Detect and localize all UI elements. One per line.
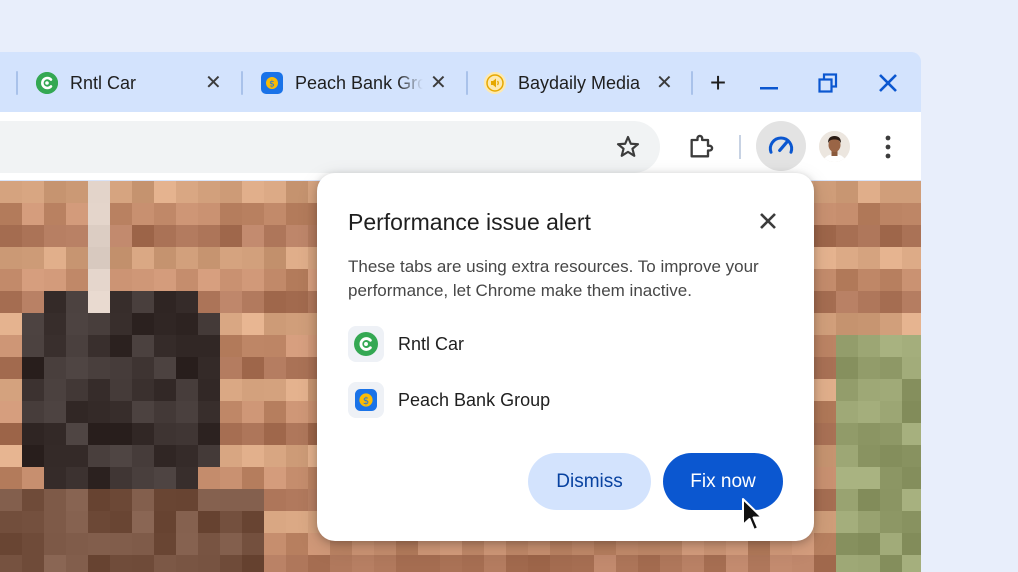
restore-icon[interactable] [811,66,845,100]
star-icon[interactable] [612,131,644,163]
tab-peach-bank-group[interactable]: $ Peach Bank Group ✕ [261,67,451,99]
address-bar[interactable] [0,121,660,173]
list-item: Rntl Car [348,326,464,362]
close-icon[interactable] [753,206,783,236]
tab-title: Baydaily Media [518,72,641,93]
new-tab-button[interactable]: + [701,66,735,100]
tab-separator [466,71,468,95]
baydaily-audio-icon [484,72,506,94]
tab-separator [16,71,18,95]
puzzle-icon[interactable] [684,131,718,163]
rntl-car-icon [348,326,384,362]
dialog-description: These tabs are using extra resources. To… [348,257,759,300]
fix-now-button[interactable]: Fix now [663,453,783,510]
performance-alert-dialog: Performance issue alert These tabs are u… [317,173,814,541]
peach-bank-icon: $ [261,72,283,94]
tab-separator [691,71,693,95]
tab-close-icon[interactable]: ✕ [656,70,673,95]
minimize-icon[interactable] [752,66,786,100]
tab-separator [241,71,243,95]
tab-close-icon[interactable]: ✕ [430,70,447,95]
tab-baydaily-media[interactable]: Baydaily Media ✕ [484,67,674,99]
speedometer-icon[interactable] [756,121,806,171]
list-item-label: Peach Bank Group [398,389,551,410]
list-item-label: Rntl Car [398,333,465,354]
toolbar-separator [739,135,741,159]
dismiss-button[interactable]: Dismiss [528,453,651,510]
mouse-cursor-icon [741,497,765,538]
list-item: $ Peach Bank Group [348,382,550,418]
rntl-car-icon [36,72,58,94]
tab-close-icon[interactable]: ✕ [205,70,222,95]
tab-title: Peach Bank Group [295,72,423,93]
tab-rntl-car[interactable]: Rntl Car ✕ [36,67,226,99]
peach-bank-icon: $ [348,382,384,418]
toolbar [0,112,921,180]
avatar[interactable] [819,131,850,162]
dialog-title: Performance issue alert [348,209,591,235]
tab-strip: Rntl Car ✕ $ Peach Bank Group ✕ Baydaily… [0,52,921,112]
svg-text:$: $ [363,396,369,407]
more-vert-icon[interactable] [876,131,900,163]
tab-title: Rntl Car [70,72,137,93]
close-icon[interactable] [871,66,905,100]
svg-text:$: $ [269,80,275,90]
